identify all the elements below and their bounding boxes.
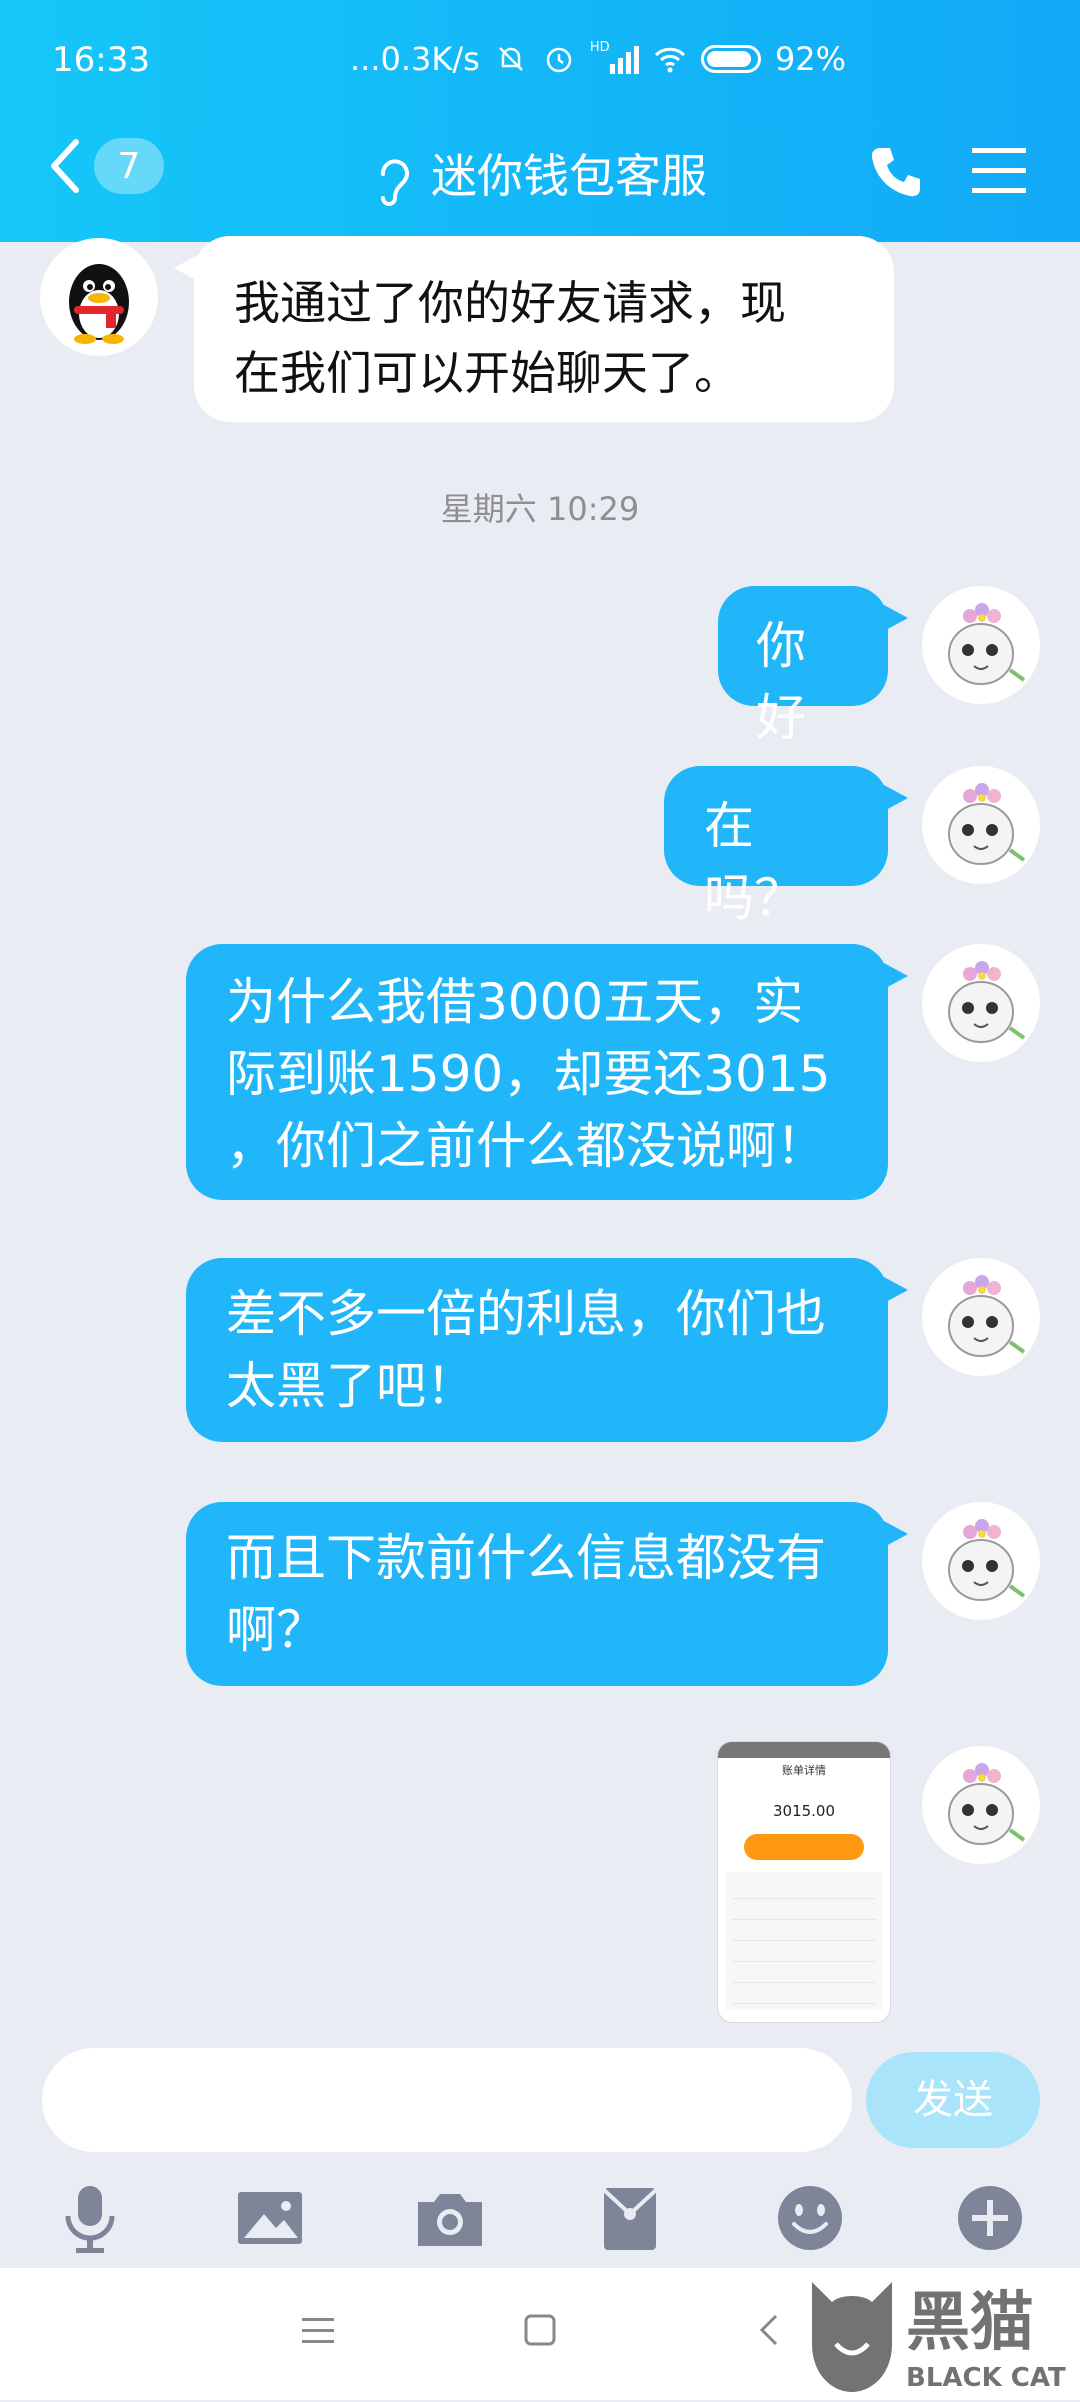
blackcat-watermark: 黑猫 BLACK CAT [806, 2274, 1076, 2398]
message-line: ，你们之前什么都没说啊！ [226, 1117, 826, 1175]
message-line: 你好 [756, 617, 806, 747]
message-input[interactable] [42, 2048, 852, 2152]
image-message[interactable]: 账单详情 3015.00 [718, 1742, 890, 2022]
back-nav-icon[interactable] [752, 2312, 788, 2348]
status-bar: 16:33 ...0.3K/s HD 92% [0, 0, 1080, 128]
hd-label: HD [589, 40, 610, 55]
status-time: 16:33 [52, 40, 150, 80]
message-line: 为什么我借3000五天，实 [226, 973, 804, 1031]
cartoon-avatar-icon [948, 783, 1026, 865]
menu-nav-icon[interactable] [300, 2312, 336, 2348]
message-line: 啊？ [226, 1601, 326, 1659]
plus-icon[interactable] [952, 2180, 1028, 2256]
status-indicators: ...0.3K/s HD 92% [350, 40, 846, 78]
chat-title-text: 迷你钱包客服 [431, 149, 707, 203]
message-bubble-sent[interactable]: 差不多一倍的利息，你们也 太黑了吧！ [186, 1258, 908, 1442]
message-line: 我通过了你的好友请求，现 [234, 276, 786, 330]
service-avatar[interactable] [40, 238, 158, 356]
microphone-icon[interactable] [52, 2180, 128, 2256]
message-line: 在吗？ [704, 797, 804, 927]
image-thumbnail-title: 账单详情 [782, 1764, 826, 1777]
message-bubble-sent[interactable]: 为什么我借3000五天，实 际到账1590，却要还3015 ，你们之前什么都没说… [186, 944, 908, 1200]
image-icon[interactable] [232, 2180, 308, 2256]
mute-bell-icon [498, 47, 523, 71]
cartoon-avatar-icon [948, 1275, 1026, 1357]
ear-icon[interactable] [373, 152, 413, 208]
message-bubble-received[interactable]: 我通过了你的好友请求，现 在我们可以开始聊天了。 [174, 236, 894, 422]
my-avatar[interactable] [922, 1746, 1040, 1864]
wifi-icon [654, 47, 685, 73]
my-avatar[interactable] [922, 944, 1040, 1062]
cartoon-avatar-icon [948, 1519, 1026, 1601]
cartoon-avatar-icon [948, 961, 1026, 1043]
emoji-icon[interactable] [772, 2180, 848, 2256]
signal-icon: HD [590, 40, 639, 74]
image-thumbnail-card [726, 1872, 882, 2010]
alarm-icon [546, 47, 572, 73]
home-nav-icon[interactable] [522, 2312, 558, 2348]
network-speed: ...0.3K/s [350, 40, 480, 78]
message-bubble-sent[interactable]: 在吗？ [664, 766, 908, 927]
phone-icon[interactable] [866, 142, 926, 202]
message-line: 际到账1590，却要还3015 [226, 1045, 831, 1103]
image-thumbnail-statusbar [718, 1742, 890, 1758]
red-packet-icon[interactable] [592, 2180, 668, 2256]
input-toolbar [0, 2168, 1080, 2268]
cartoon-avatar-icon [948, 603, 1026, 685]
chat-header: 16:33 ...0.3K/s HD 92% 7 迷你钱包客服 [0, 0, 1080, 242]
svg-text:黑猫: 黑猫 [906, 2286, 1034, 2360]
qq-penguin-icon [69, 264, 129, 344]
message-line: 差不多一倍的利息，你们也 [226, 1285, 826, 1343]
message-line: 而且下款前什么信息都没有 [226, 1529, 826, 1587]
cartoon-avatar-icon [948, 1763, 1026, 1845]
image-thumbnail-amount: 3015.00 [772, 1802, 836, 1820]
message-line: 在我们可以开始聊天了。 [234, 346, 740, 400]
my-avatar[interactable] [922, 766, 1040, 884]
message-line: 太黑了吧！ [226, 1357, 476, 1415]
timestamp: 星期六 10:29 [440, 490, 640, 528]
camera-icon[interactable] [412, 2180, 488, 2256]
my-avatar[interactable] [922, 586, 1040, 704]
image-thumbnail-text [718, 1778, 890, 1796]
my-avatar[interactable] [922, 1502, 1040, 1620]
image-thumbnail-button [744, 1834, 864, 1860]
svg-text:BLACK CAT: BLACK CAT [906, 2363, 1066, 2393]
battery-percent: 92% [774, 40, 846, 78]
menu-icon[interactable] [970, 144, 1028, 198]
send-button[interactable]: 发送 [866, 2052, 1040, 2148]
message-bubble-sent[interactable]: 你好 [718, 586, 908, 747]
image-thumbnail-text [718, 1820, 890, 1824]
blackcat-logo: 黑猫 BLACK CAT [812, 2282, 1066, 2393]
my-avatar[interactable] [922, 1258, 1040, 1376]
message-bubble-sent[interactable]: 而且下款前什么信息都没有 啊？ [186, 1502, 908, 1686]
battery-icon [700, 45, 761, 73]
